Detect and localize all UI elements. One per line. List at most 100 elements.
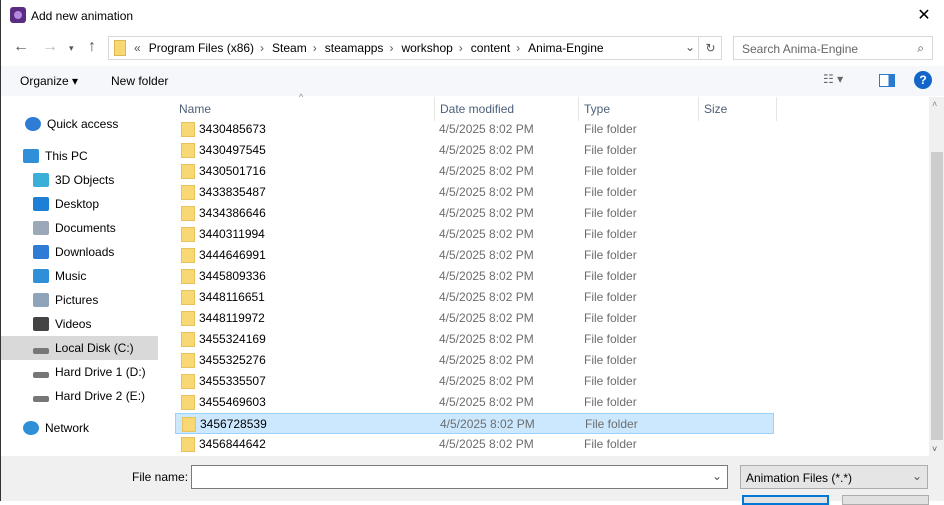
address-bar[interactable]: « Program Files (x86) › Steam › steamapps › wo…: [108, 36, 722, 60]
up-icon[interactable]: ↑: [88, 38, 96, 56]
file-row[interactable]: 3434386646 4/5/2025 8:02 PM File folder: [175, 203, 774, 224]
sidebar-item-label: Pictures: [55, 293, 99, 307]
sidebar-item-desktop[interactable]: Desktop: [1, 192, 158, 216]
file-type-select[interactable]: Animation Files (*.*) ⌄: [740, 465, 928, 489]
breadcrumb-overflow[interactable]: «: [134, 41, 141, 55]
sidebar-item-label: Local Disk (C:): [55, 341, 134, 355]
help-icon[interactable]: ?: [914, 71, 932, 89]
folder-icon: [181, 353, 195, 368]
chevron-down-icon[interactable]: ⌄: [712, 469, 722, 483]
open-button[interactable]: [742, 495, 829, 505]
file-row[interactable]: 3433835487 4/5/2025 8:02 PM File folder: [175, 182, 774, 203]
file-row[interactable]: 3444646991 4/5/2025 8:02 PM File folder: [175, 245, 774, 266]
sidebar-item-label: Quick access: [47, 117, 119, 131]
file-row[interactable]: 3448116651 4/5/2025 8:02 PM File folder: [175, 287, 774, 308]
file-row[interactable]: 3455335507 4/5/2025 8:02 PM File folder: [175, 371, 774, 392]
breadcrumb-item[interactable]: steamapps: [325, 41, 384, 55]
file-row[interactable]: 3448119972 4/5/2025 8:02 PM File folder: [175, 308, 774, 329]
sidebar-item-label: Documents: [55, 221, 116, 235]
sidebar-item-music[interactable]: Music: [1, 264, 158, 288]
file-type: File folder: [584, 374, 637, 388]
breadcrumb-chevron-icon[interactable]: ›: [313, 41, 317, 55]
forward-icon[interactable]: →: [42, 38, 58, 56]
file-date: 4/5/2025 8:02 PM: [439, 269, 534, 283]
sidebar-item-label: This PC: [45, 149, 88, 163]
breadcrumb-chevron-icon[interactable]: ›: [260, 41, 264, 55]
file-name-input[interactable]: ⌄: [191, 465, 728, 489]
drive-icon: [33, 396, 49, 402]
column-size[interactable]: Size: [699, 97, 777, 121]
sidebar-item-local-disk-c[interactable]: Local Disk (C:): [1, 336, 158, 360]
file-type: File folder: [584, 332, 637, 346]
file-name-label: File name:: [132, 470, 189, 484]
column-date-modified[interactable]: Date modified: [435, 97, 579, 121]
file-type: File folder: [584, 437, 637, 451]
scroll-up-icon[interactable]: ˄: [932, 99, 937, 109]
document-icon: [33, 221, 49, 235]
file-row[interactable]: 3430485673 4/5/2025 8:02 PM File folder: [175, 119, 774, 140]
sidebar-item-downloads[interactable]: Downloads: [1, 240, 158, 264]
file-name: 3430485673: [199, 122, 266, 136]
folder-icon: [181, 143, 195, 158]
navigation-pane: Quick access This PC 3D Objects Desktop Docu…: [1, 96, 158, 456]
refresh-button[interactable]: ↻: [698, 36, 722, 60]
file-row[interactable]: 3455325276 4/5/2025 8:02 PM File folder: [175, 350, 774, 371]
sidebar-item-hard-drive-2-e[interactable]: Hard Drive 2 (E:): [1, 384, 158, 408]
breadcrumb-item[interactable]: content: [471, 41, 510, 55]
column-type[interactable]: Type: [579, 97, 699, 121]
sidebar-item-network[interactable]: Network: [1, 416, 158, 440]
file-type: File folder: [584, 122, 637, 136]
folder-icon: [182, 417, 196, 432]
view-options-icon[interactable]: ☷ ▾: [823, 72, 843, 86]
file-row[interactable]: 3430497545 4/5/2025 8:02 PM File folder: [175, 140, 774, 161]
recent-chevron-icon[interactable]: ▾: [69, 43, 74, 54]
breadcrumb-chevron-icon[interactable]: ›: [459, 41, 463, 55]
file-row[interactable]: 3430501716 4/5/2025 8:02 PM File folder: [175, 161, 774, 182]
sidebar-item-quick-access[interactable]: Quick access: [1, 112, 158, 136]
new-folder-button[interactable]: New folder: [111, 74, 168, 88]
column-name[interactable]: Name: [174, 97, 435, 121]
file-row[interactable]: 3456844642 4/5/2025 8:02 PM File folder: [175, 434, 774, 455]
file-type: File folder: [584, 185, 637, 199]
sidebar-item-hard-drive-1-d[interactable]: Hard Drive 1 (D:): [1, 360, 158, 384]
file-type: File folder: [584, 164, 637, 178]
file-row[interactable]: 3445809336 4/5/2025 8:02 PM File folder: [175, 266, 774, 287]
breadcrumb-chevron-icon[interactable]: ›: [389, 41, 393, 55]
drive-icon: [33, 372, 49, 378]
sidebar-item-3d-objects[interactable]: 3D Objects: [1, 168, 158, 192]
folder-icon: [181, 332, 195, 347]
scroll-down-icon[interactable]: ˅: [932, 444, 937, 454]
file-name: 3433835487: [199, 185, 266, 199]
breadcrumb-item[interactable]: Program Files (x86): [149, 41, 254, 55]
folder-icon: [181, 374, 195, 389]
preview-pane-icon[interactable]: [879, 74, 895, 87]
file-name: 3430501716: [199, 164, 266, 178]
file-type: File folder: [584, 206, 637, 220]
file-row[interactable]: 3455324169 4/5/2025 8:02 PM File folder: [175, 329, 774, 350]
title-bar: Add new animation ✕: [1, 0, 944, 32]
breadcrumb-item[interactable]: Anima-Engine: [528, 41, 603, 55]
breadcrumb-item[interactable]: Steam: [272, 41, 307, 55]
sidebar-item-documents[interactable]: Documents: [1, 216, 158, 240]
close-button[interactable]: ✕: [911, 5, 937, 27]
sidebar-item-pictures[interactable]: Pictures: [1, 288, 158, 312]
breadcrumb-item[interactable]: workshop: [401, 41, 452, 55]
sidebar-item-videos[interactable]: Videos: [1, 312, 158, 336]
back-icon[interactable]: ←: [13, 38, 29, 56]
file-row[interactable]: 3440311994 4/5/2025 8:02 PM File folder: [175, 224, 774, 245]
file-type: File folder: [584, 395, 637, 409]
sidebar-item-label: Videos: [55, 317, 92, 331]
cancel-button[interactable]: [842, 495, 929, 505]
breadcrumb-chevron-icon[interactable]: ›: [516, 41, 520, 55]
scrollbar-thumb[interactable]: [931, 152, 943, 440]
search-icon[interactable]: ⌕: [917, 41, 924, 56]
toolbar: Organize ▾ New folder ☷ ▾ ?: [1, 66, 944, 96]
sidebar-item-this-pc[interactable]: This PC: [1, 144, 158, 168]
app-icon: [10, 7, 26, 23]
file-row[interactable]: 3456728539 4/5/2025 8:02 PM File folder: [175, 413, 774, 434]
sidebar-item-label: Hard Drive 1 (D:): [55, 365, 146, 379]
file-row[interactable]: 3455469603 4/5/2025 8:02 PM File folder: [175, 392, 774, 413]
address-dropdown-icon[interactable]: ⌄: [685, 40, 695, 54]
search-input[interactable]: Search Anima-Engine ⌕: [733, 36, 933, 60]
organize-button[interactable]: Organize ▾: [20, 74, 78, 88]
